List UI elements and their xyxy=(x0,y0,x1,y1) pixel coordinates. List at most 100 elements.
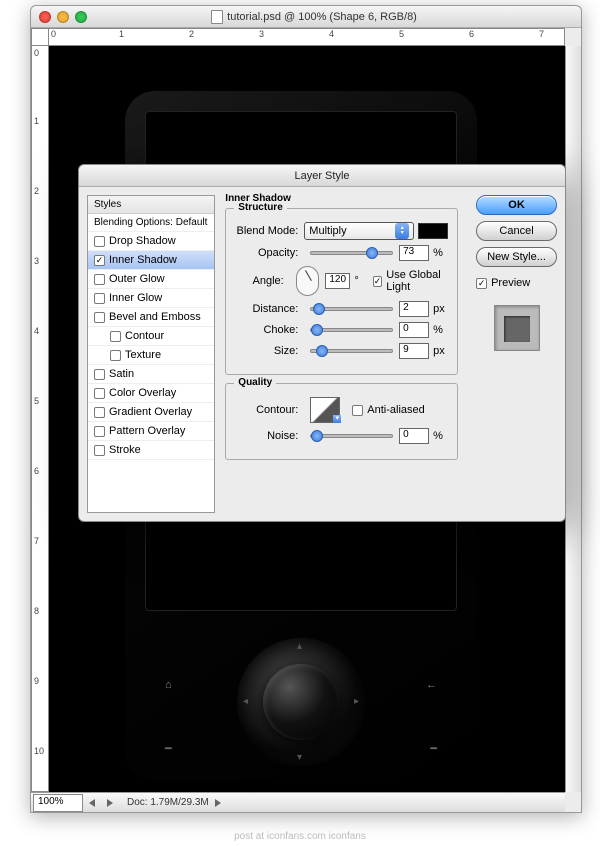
ruler-tick: 0 xyxy=(34,48,48,58)
call-icon: ━ xyxy=(165,742,172,755)
style-item-gradient-overlay[interactable]: Gradient Overlay xyxy=(88,403,214,422)
ruler-tick: 9 xyxy=(34,676,48,686)
style-item-stroke[interactable]: Stroke xyxy=(88,441,214,460)
ruler-tick: 4 xyxy=(34,326,48,336)
distance-slider[interactable] xyxy=(310,307,393,311)
checkbox-icon[interactable] xyxy=(94,369,105,380)
checkbox-icon[interactable] xyxy=(94,236,105,247)
style-item-bevel[interactable]: Bevel and Emboss xyxy=(88,308,214,327)
checkbox-icon[interactable] xyxy=(94,426,105,437)
style-item-inner-glow[interactable]: Inner Glow xyxy=(88,289,214,308)
style-item-inner-shadow[interactable]: Inner Shadow xyxy=(88,251,214,270)
end-icon: ━ xyxy=(430,742,437,755)
size-slider[interactable] xyxy=(310,349,393,353)
checkbox-icon[interactable] xyxy=(94,407,105,418)
zoom-icon[interactable] xyxy=(75,11,87,23)
window-title: tutorial.psd @ 100% (Shape 6, RGB/8) xyxy=(87,10,581,24)
checkbox-icon[interactable] xyxy=(352,405,363,416)
noise-label: Noise: xyxy=(234,430,298,442)
ok-button[interactable]: OK xyxy=(476,195,557,215)
color-swatch[interactable] xyxy=(418,223,448,239)
checkbox-icon[interactable] xyxy=(94,274,105,285)
checkbox-icon[interactable] xyxy=(94,388,105,399)
dpad-ring: ▴ ▾ ◂ ▸ xyxy=(237,638,365,766)
titlebar[interactable]: tutorial.psd @ 100% (Shape 6, RGB/8) xyxy=(31,6,581,28)
ruler-tick: 8 xyxy=(34,606,48,616)
ruler-origin[interactable] xyxy=(31,28,49,46)
opacity-slider[interactable] xyxy=(310,251,393,255)
checkbox-icon[interactable] xyxy=(373,276,383,287)
anti-aliased-label: Anti-aliased xyxy=(367,404,424,416)
home-icon: ⌂ xyxy=(165,679,172,691)
angle-dial[interactable] xyxy=(296,266,320,296)
ruler-tick: 1 xyxy=(119,29,124,39)
chevron-right-icon: ▸ xyxy=(354,696,359,707)
ruler-tick: 7 xyxy=(539,29,544,39)
choke-slider[interactable] xyxy=(310,328,393,332)
ruler-tick: 4 xyxy=(329,29,334,39)
noise-slider[interactable] xyxy=(310,434,393,438)
size-input[interactable]: 9 xyxy=(399,343,429,359)
checkbox-icon[interactable] xyxy=(94,293,105,304)
ruler-tick: 10 xyxy=(34,746,48,756)
unit-label: % xyxy=(433,324,449,336)
chevron-left-icon[interactable] xyxy=(89,799,95,807)
choke-input[interactable]: 0 xyxy=(399,322,429,338)
size-label: Size: xyxy=(234,345,298,357)
checkbox-icon[interactable] xyxy=(94,312,105,323)
zoom-input[interactable]: 100% xyxy=(33,794,83,812)
dialog-buttons: OK Cancel New Style... Preview xyxy=(468,187,565,521)
style-item-pattern-overlay[interactable]: Pattern Overlay xyxy=(88,422,214,441)
distance-label: Distance: xyxy=(234,303,298,315)
style-item-contour[interactable]: Contour xyxy=(88,327,214,346)
chevron-down-icon: ▾ xyxy=(333,415,341,423)
style-item-texture[interactable]: Texture xyxy=(88,346,214,365)
chevron-right-icon[interactable] xyxy=(215,799,221,807)
checkbox-icon[interactable] xyxy=(110,350,121,361)
cancel-button[interactable]: Cancel xyxy=(476,221,557,241)
styles-header[interactable]: Styles xyxy=(88,196,214,214)
structure-group: Structure Blend Mode: Multiply ▴▾ Opacit… xyxy=(225,208,458,375)
new-style-button[interactable]: New Style... xyxy=(476,247,557,267)
blend-mode-select[interactable]: Multiply ▴▾ xyxy=(304,222,414,240)
traffic-lights xyxy=(39,11,87,23)
ruler-tick: 6 xyxy=(34,466,48,476)
ruler-tick: 2 xyxy=(34,186,48,196)
dialog-title[interactable]: Layer Style xyxy=(79,165,565,187)
settings-panel: Inner Shadow Structure Blend Mode: Multi… xyxy=(215,187,468,521)
noise-input[interactable]: 0 xyxy=(399,428,429,444)
ruler-tick: 3 xyxy=(259,29,264,39)
opacity-input[interactable]: 73 xyxy=(399,245,429,261)
chevron-right-icon[interactable] xyxy=(107,799,113,807)
close-icon[interactable] xyxy=(39,11,51,23)
ruler-vertical[interactable]: 0 1 2 3 4 5 6 7 8 9 10 xyxy=(31,46,49,792)
ruler-tick: 2 xyxy=(189,29,194,39)
angle-input[interactable]: 120 xyxy=(325,273,350,289)
unit-label: % xyxy=(433,430,449,442)
statusbar: 100% Doc: 1.79M/29.3M xyxy=(31,792,565,812)
group-label: Quality xyxy=(234,377,276,388)
chevron-left-icon: ◂ xyxy=(243,696,248,707)
minimize-icon[interactable] xyxy=(57,11,69,23)
unit-label: ° xyxy=(354,275,366,287)
checkbox-icon[interactable] xyxy=(94,445,105,456)
dpad-center xyxy=(263,664,339,740)
checkbox-icon[interactable] xyxy=(94,255,105,266)
checkbox-icon[interactable] xyxy=(110,331,121,342)
ruler-horizontal[interactable]: 0 1 2 3 4 5 6 7 xyxy=(49,28,565,46)
document-icon xyxy=(211,10,223,24)
style-item-outer-glow[interactable]: Outer Glow xyxy=(88,270,214,289)
contour-picker[interactable]: ▾ xyxy=(310,397,340,423)
distance-input[interactable]: 2 xyxy=(399,301,429,317)
chevron-down-icon: ▾ xyxy=(297,752,302,763)
checkbox-icon[interactable] xyxy=(476,278,487,289)
style-item-drop-shadow[interactable]: Drop Shadow xyxy=(88,232,214,251)
preview-swatch xyxy=(494,305,540,351)
style-item-color-overlay[interactable]: Color Overlay xyxy=(88,384,214,403)
style-item-satin[interactable]: Satin xyxy=(88,365,214,384)
quality-group: Quality Contour: ▾ Anti-aliased Noise: 0… xyxy=(225,383,458,460)
scrollbar-vertical[interactable] xyxy=(565,46,581,792)
ruler-tick: 0 xyxy=(51,29,56,39)
unit-label: px xyxy=(433,303,449,315)
blending-options-item[interactable]: Blending Options: Default xyxy=(88,214,214,232)
